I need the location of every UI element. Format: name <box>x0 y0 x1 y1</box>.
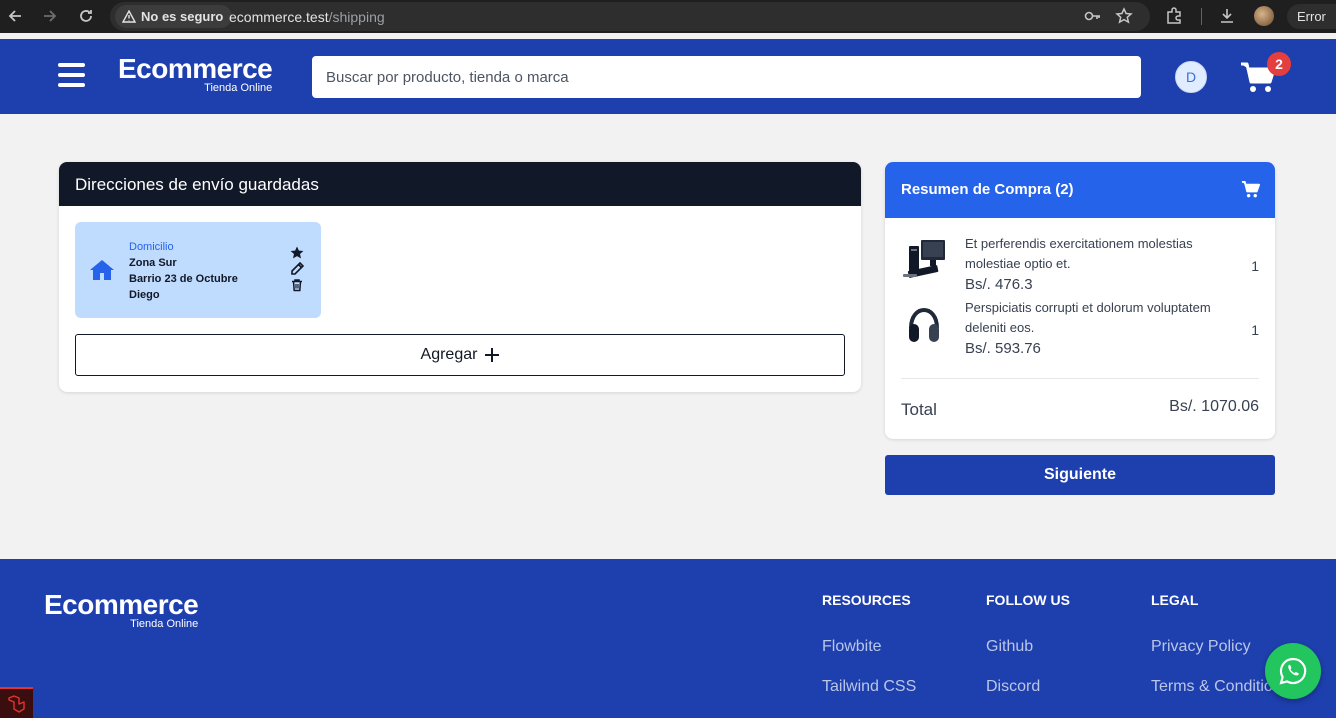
total-label: Total <box>901 400 937 419</box>
address-bar[interactable]: No es seguro ecommerce.test/shipping <box>110 2 1150 31</box>
summary-product: Perspiciatis corrupti et dolorum volupta… <box>901 298 1259 360</box>
reload-icon[interactable] <box>76 6 96 26</box>
address-zone: Zona Sur <box>129 257 177 269</box>
order-summary-card: Resumen de Compra (2) Et perferendis exe… <box>885 162 1275 439</box>
product-qty: 1 <box>1251 322 1259 338</box>
browser-toolbar: No es seguro ecommerce.test/shipping Err… <box>0 0 1336 33</box>
forward-icon[interactable] <box>40 6 60 26</box>
footer-heading: LEGAL <box>1151 592 1199 608</box>
profile-avatar[interactable] <box>1254 6 1274 26</box>
footer-heading: RESOURCES <box>822 592 911 608</box>
address-text: Domicilio Zona Sur Barrio 23 de Octubre … <box>129 239 238 303</box>
url-text[interactable]: ecommerce.test/shipping <box>229 9 385 25</box>
footer-link-tailwind[interactable]: Tailwind CSS <box>822 678 916 696</box>
product-price: Bs/. 476.3 <box>965 276 1033 293</box>
star-icon[interactable] <box>290 246 304 260</box>
total-value: Bs/. 1070.06 <box>1169 398 1259 415</box>
laravel-icon[interactable] <box>0 687 33 718</box>
summary-title: Resumen de Compra (2) <box>901 181 1074 198</box>
product-name: Perspiciatis corrupti et dolorum volupta… <box>965 300 1211 335</box>
toolbar-separator <box>1201 8 1202 25</box>
footer-column-follow: FOLLOW US Github Discord <box>986 592 1070 695</box>
summary-product: Et perferendis exercitationem molestias … <box>901 234 1259 296</box>
extensions-icon[interactable] <box>1165 7 1183 25</box>
summary-header: Resumen de Compra (2) <box>885 162 1275 218</box>
url-path: /shipping <box>328 9 385 25</box>
home-icon <box>90 260 114 280</box>
header-logo[interactable]: Ecommerce Tienda Online <box>118 53 273 95</box>
footer-link-flowbite[interactable]: Flowbite <box>822 638 882 656</box>
warning-icon <box>122 9 136 23</box>
site-header: Ecommerce Tienda Online D <box>0 39 1336 114</box>
footer-logo-title: Ecommerce <box>44 589 199 620</box>
footer-link-discord[interactable]: Discord <box>986 678 1040 696</box>
whatsapp-icon <box>1279 657 1307 685</box>
add-address-button[interactable]: Agregar <box>75 334 845 376</box>
security-chip[interactable]: No es seguro <box>115 5 233 28</box>
cart-count-badge: 2 <box>1267 52 1291 76</box>
whatsapp-button[interactable] <box>1265 643 1321 699</box>
footer-heading: FOLLOW US <box>986 592 1070 608</box>
address-item[interactable]: Domicilio Zona Sur Barrio 23 de Octubre … <box>75 222 321 318</box>
address-type: Domicilio <box>129 241 174 253</box>
footer-link-privacy[interactable]: Privacy Policy <box>1151 638 1251 656</box>
download-icon[interactable] <box>1218 7 1236 25</box>
summary-divider <box>901 378 1259 379</box>
plus-icon <box>485 348 500 362</box>
trash-icon[interactable] <box>290 278 304 292</box>
computer-image <box>903 240 945 278</box>
back-icon[interactable] <box>5 6 25 26</box>
address-street: Barrio 23 de Octubre <box>129 273 238 285</box>
next-button[interactable]: Siguiente <box>885 455 1275 495</box>
star-icon[interactable] <box>1115 7 1133 25</box>
search-input[interactable] <box>312 56 1141 98</box>
address-name: Diego <box>129 289 160 301</box>
cart-icon <box>1241 180 1260 198</box>
add-address-label: Agregar <box>420 346 478 363</box>
address-actions <box>290 246 304 294</box>
footer-column-legal: LEGAL Privacy Policy Terms & Conditions <box>1151 592 1290 695</box>
product-name: Et perferendis exercitationem molestias … <box>965 236 1193 271</box>
product-price: Bs/. 593.76 <box>965 340 1041 357</box>
footer-logo[interactable]: Ecommerce Tienda Online <box>44 589 199 631</box>
headphones-image <box>909 308 939 342</box>
security-label: No es seguro <box>141 9 224 24</box>
url-host: ecommerce.test <box>229 9 329 25</box>
key-icon[interactable] <box>1083 7 1101 25</box>
site-footer: Ecommerce Tienda Online RESOURCES Flowbi… <box>0 559 1336 718</box>
addresses-title: Direcciones de envío guardadas <box>59 162 861 206</box>
pencil-icon[interactable] <box>290 262 304 276</box>
logo-title: Ecommerce <box>118 53 273 84</box>
menu-icon[interactable] <box>58 63 85 87</box>
saved-addresses-card: Direcciones de envío guardadas Domicilio… <box>59 162 861 392</box>
user-avatar[interactable]: D <box>1175 61 1207 93</box>
error-chip[interactable]: Error <box>1287 4 1336 29</box>
product-qty: 1 <box>1251 258 1259 274</box>
footer-link-github[interactable]: Github <box>986 638 1033 656</box>
footer-column-resources: RESOURCES Flowbite Tailwind CSS <box>822 592 916 695</box>
